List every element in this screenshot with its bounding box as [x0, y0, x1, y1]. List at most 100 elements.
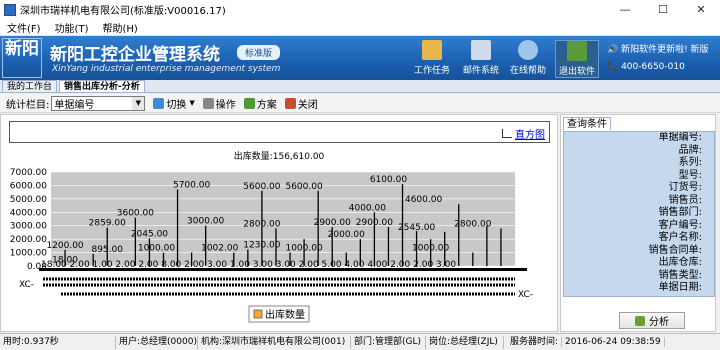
- y-tick-label: 5000.00: [10, 195, 47, 205]
- data-label: 5600.00: [285, 182, 322, 192]
- news-area: 🔊 新阳软件更新啦! 新版 📞 400-6650-010: [607, 42, 709, 76]
- data-label: 1200.00: [46, 241, 83, 251]
- y-tick-label: 7000.00: [10, 168, 47, 178]
- query-field-label[interactable]: 销售合同单:: [564, 245, 714, 258]
- query-field-label[interactable]: 型号:: [564, 170, 714, 183]
- report-panel: 直方图 出库数量:156,610.00 0.00 1000.00 2000.00 300…: [0, 114, 558, 332]
- query-field-label[interactable]: 单据编号:: [564, 132, 714, 145]
- y-tick-label: 4000.00: [10, 208, 47, 218]
- menu-help[interactable]: 帮助(H): [95, 20, 144, 35]
- data-label: 2000.00: [328, 230, 365, 240]
- envelope-icon: [471, 40, 491, 60]
- status-bar: 用时:0.937秒 用户:总经理(0000) 机构:深圳市瑞祥机电有限公司(00…: [0, 333, 720, 350]
- phone-number: 📞 400-6650-010: [607, 62, 685, 72]
- analyze-label: 分析: [649, 317, 669, 328]
- legend-label: 出库数量: [265, 308, 305, 321]
- operate-label: 操作: [215, 99, 236, 111]
- menu-file[interactable]: 文件(F): [0, 20, 48, 35]
- chart-title: 出库数量:156,610.00: [234, 150, 325, 162]
- app-window: 深圳市瑞祥机电有限公司(标准版:V00016.17) — ☐ ✕ 文件(F) 功…: [0, 0, 720, 350]
- query-field-label[interactable]: 订货号:: [564, 182, 714, 195]
- mail-system-button[interactable]: 邮件系统: [459, 40, 503, 78]
- report-title-box: 直方图: [9, 121, 550, 143]
- close-book-icon: [284, 97, 296, 109]
- operate-button[interactable]: 操作: [202, 96, 236, 111]
- status-elapsed: 用时:0.937秒: [0, 335, 116, 349]
- scheme-button[interactable]: 方案: [243, 96, 277, 111]
- data-label: 895.00: [91, 245, 123, 255]
- query-field-label[interactable]: 销售员:: [564, 195, 714, 208]
- maximize-button[interactable]: ☐: [644, 0, 682, 19]
- data-label: 3000.00: [187, 217, 224, 227]
- switch-button[interactable]: 切换 ▼: [153, 96, 195, 111]
- data-label: 3600.00: [117, 209, 154, 219]
- legend-swatch: [253, 309, 263, 319]
- query-field-label[interactable]: 客户名称:: [564, 232, 714, 245]
- query-field-label[interactable]: 品牌:: [564, 145, 714, 158]
- minimize-button[interactable]: —: [606, 0, 644, 19]
- data-label: 6100.00: [370, 175, 407, 185]
- x-category-label: XC-: [19, 280, 34, 290]
- query-field-label[interactable]: 出库仓库:: [564, 257, 714, 270]
- close-label: 关闭: [297, 99, 318, 111]
- query-field-label[interactable]: 系列:: [564, 157, 714, 170]
- app-title: 新阳工控企业管理系统: [50, 45, 220, 65]
- query-field-list: 单据编号: 品牌: 系列: 型号: 订货号: 销售员: 销售部门: 客户编号: 客户名称: 销售合…: [563, 131, 715, 297]
- report-toolbar: 统计栏目: 单据编号 ▼ 切换 ▼ 操作 方案 关闭: [0, 94, 720, 113]
- data-label: 1000.00: [138, 244, 175, 254]
- y-tick-label: 6000.00: [10, 181, 47, 191]
- data-label: 1000.00: [412, 244, 449, 254]
- title-bar: 深圳市瑞祥机电有限公司(标准版:V00016.17) — ☐ ✕: [0, 0, 720, 19]
- news-link[interactable]: 🔊 新阳软件更新啦! 新版: [607, 42, 709, 59]
- data-label: 1002.00: [201, 244, 238, 254]
- close-report-button[interactable]: 关闭: [284, 96, 318, 111]
- data-label: 2900.00: [314, 218, 351, 228]
- tab-strip: 我的工作台 销售出库分析-分析: [0, 80, 720, 93]
- y-tick-label: 1000.00: [10, 249, 47, 259]
- analyze-button[interactable]: 分析: [619, 312, 685, 329]
- tool-label: 退出软件: [558, 67, 595, 77]
- data-label: 2045.00: [131, 230, 168, 240]
- data-label: 2800.00: [454, 219, 491, 229]
- outbound-quantity-chart: 出库数量:156,610.000.001000.002000.003000.00…: [10, 150, 533, 323]
- tab-workbench[interactable]: 我的工作台: [2, 80, 58, 92]
- chevron-down-icon: ▼: [189, 99, 195, 107]
- menu-function[interactable]: 功能(T): [48, 20, 96, 35]
- close-button[interactable]: ✕: [682, 0, 720, 19]
- chevron-down-icon: ▼: [132, 96, 145, 110]
- help-globe-icon: [518, 40, 538, 60]
- query-field-label[interactable]: 销售类型:: [564, 270, 714, 283]
- x-tick-values: 18.00 2.00 1.00 2.00 2.00 8.00 2.00 3.00…: [41, 260, 456, 270]
- app-icon: [4, 3, 16, 16]
- status-user: 用户:总经理(0000): [116, 335, 198, 349]
- query-field-label[interactable]: 销售部门:: [564, 207, 714, 220]
- folder-person-icon: [422, 40, 442, 60]
- window-title: 深圳市瑞祥机电有限公司(标准版:V00016.17): [20, 6, 226, 17]
- status-post: 岗位:总经理(ZJL): [426, 335, 504, 349]
- data-label: 5600.00: [243, 182, 280, 192]
- logo: 新阳: [2, 38, 42, 78]
- menu-bar: 文件(F) 功能(T) 帮助(H): [0, 19, 720, 36]
- analyze-icon: [635, 315, 645, 326]
- x-category-label: XC-: [518, 290, 533, 300]
- query-field-label[interactable]: 客户编号:: [564, 220, 714, 233]
- exit-button[interactable]: 退出软件: [555, 40, 599, 78]
- work-task-button[interactable]: 工作任务: [410, 40, 454, 78]
- data-label: 2900.00: [356, 218, 393, 228]
- switch-label: 切换: [166, 99, 187, 111]
- histogram-link[interactable]: 直方图: [502, 126, 545, 141]
- query-tab[interactable]: 查询条件: [563, 117, 611, 130]
- online-help-button[interactable]: 在线帮助: [506, 40, 550, 78]
- query-field-label[interactable]: 单据日期:: [564, 282, 714, 295]
- printer-icon: [202, 97, 214, 109]
- tab-sales-outbound-analysis[interactable]: 销售出库分析-分析: [59, 80, 145, 92]
- data-label: 2859.00: [89, 219, 126, 229]
- column-select-value: 单据编号: [54, 99, 95, 111]
- column-select[interactable]: 单据编号 ▼: [51, 95, 146, 111]
- edition-badge: 标准版: [237, 45, 281, 60]
- data-label: 5700.00: [173, 180, 210, 190]
- data-label: 1000.00: [285, 244, 322, 254]
- exit-door-icon: [567, 41, 587, 61]
- app-banner: 新阳 新阳工控企业管理系统 标准版 XinYang industrial ent…: [0, 36, 720, 80]
- bar-chart-icon: [502, 129, 512, 138]
